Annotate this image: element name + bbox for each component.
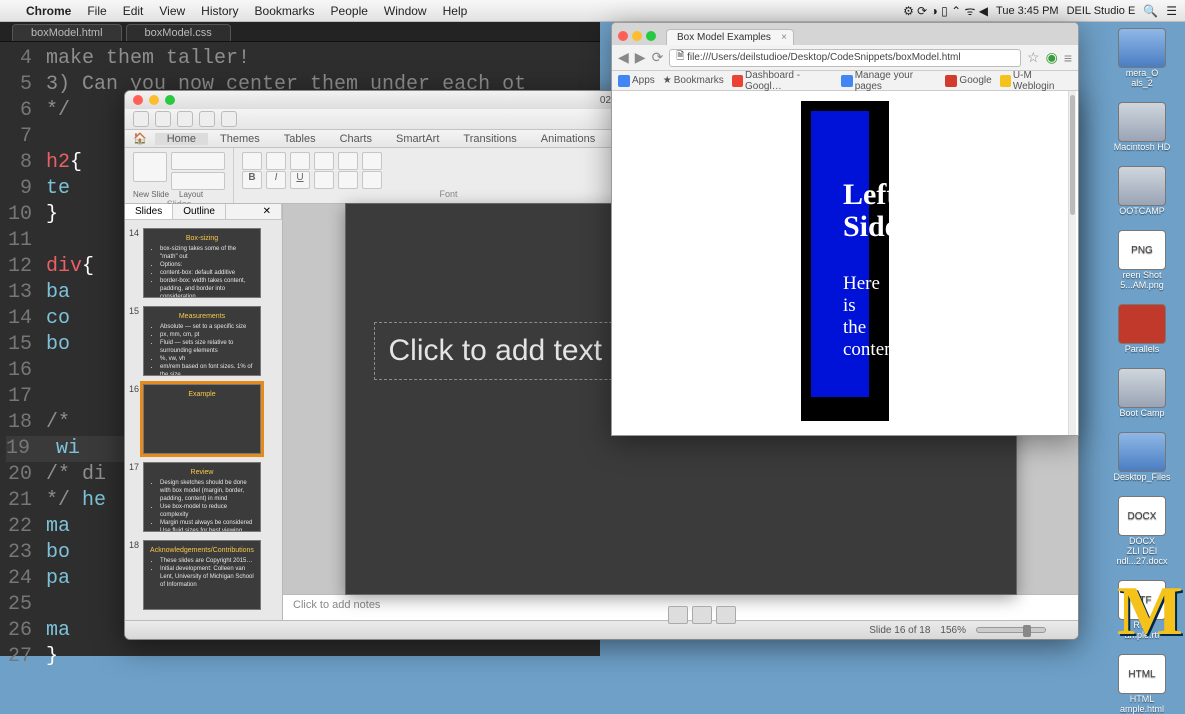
file-icon: 🗎 (676, 49, 684, 66)
new-slide-button[interactable] (133, 152, 167, 182)
bm-weblogin[interactable]: U-M Weblogin (1000, 70, 1072, 92)
chrome-tab[interactable]: Box Model Examples × (666, 29, 794, 45)
slide-thumb[interactable]: ReviewDesign sketches should be done wit… (143, 462, 261, 532)
chrome-menu-icon[interactable]: ≡ (1064, 50, 1072, 66)
ppt-statusbar: Slide 16 of 18 156% (125, 620, 1078, 639)
tab-close-icon[interactable]: × (781, 32, 787, 43)
page-block-1: Left Side Here is the conten (801, 101, 889, 421)
chrome-page[interactable]: Left Side Here is the conten (612, 91, 1078, 435)
minimize-icon[interactable] (149, 95, 159, 105)
ribbon-tab-charts[interactable]: Charts (328, 133, 384, 145)
desktop-icon[interactable]: OOTCAMP (1118, 166, 1166, 216)
ppt-thumbnail-pane[interactable]: Slides Outline ✕ 14Box-sizingbox-sizing … (125, 204, 283, 620)
bm-bookmarks[interactable]: ★ Bookmarks (663, 75, 724, 86)
thumb-close-icon[interactable]: ✕ (253, 204, 282, 219)
desktop-icon[interactable]: PNGreen Shot 5...AM.png (1118, 230, 1166, 290)
menu-history[interactable]: History (193, 4, 246, 18)
ribbon-tab-animations[interactable]: Animations (529, 133, 607, 145)
editor-tab-html[interactable]: boxModel.html (12, 24, 122, 41)
new-slide-label: New Slide (133, 190, 169, 199)
menu-bookmarks[interactable]: Bookmarks (247, 4, 323, 18)
thumb-tab-outline[interactable]: Outline (173, 204, 226, 219)
chrome-window: Box Model Examples × ◀ ▶ ⟳ 🗎 file:///Use… (611, 22, 1079, 436)
menu-file[interactable]: File (79, 4, 114, 18)
notifications-icon[interactable]: ☰ (1166, 4, 1177, 18)
app-name[interactable]: Chrome (18, 4, 79, 18)
michigan-logo: M (1117, 572, 1175, 652)
chrome-close-icon[interactable] (618, 31, 628, 41)
slide-thumb[interactable]: Example (143, 384, 261, 454)
reload-icon[interactable]: ⟳ (652, 49, 664, 66)
desktop-icon[interactable]: DOCXDOCX ZLI DEI ndl...27.docx (1116, 496, 1167, 566)
zoom-icon[interactable] (165, 95, 175, 105)
view-sorter-icon[interactable] (157, 624, 171, 636)
bm-google[interactable]: Google (945, 75, 991, 87)
ribbon-tab-themes[interactable]: Themes (208, 133, 272, 145)
page-scrollbar[interactable] (1068, 91, 1076, 435)
slide-thumb[interactable]: Box-sizingbox-sizing takes some of the "… (143, 228, 261, 298)
chrome-toolbar: ◀ ▶ ⟳ 🗎 file:///Users/deilstudioe/Deskto… (612, 45, 1078, 71)
forward-icon[interactable]: ▶ (635, 49, 646, 66)
ribbon-tab-smartart[interactable]: SmartArt (384, 133, 451, 145)
chrome-zoom-icon[interactable] (646, 31, 656, 41)
chrome-minimize-icon[interactable] (632, 31, 642, 41)
ribbon-tab-home[interactable]: Home (155, 133, 208, 145)
zoom-slider[interactable] (976, 627, 1046, 633)
thumb-tab-slides[interactable]: Slides (125, 204, 173, 219)
bookmark-star-icon[interactable]: ☆ (1027, 49, 1040, 66)
bm-dashboard[interactable]: Dashboard - Googl… (732, 70, 834, 92)
menubar-clock[interactable]: Tue 3:45 PM (996, 5, 1059, 17)
group-font-label: Font (242, 189, 655, 199)
desktop-icon[interactable]: Desktop_Files (1113, 432, 1170, 482)
desktop-icon[interactable]: Boot Camp (1118, 368, 1166, 418)
editor-tab-css[interactable]: boxModel.css (126, 24, 231, 41)
editor-tabbar: boxModel.html boxModel.css (0, 22, 600, 42)
chrome-bookmark-bar: Apps ★ Bookmarks Dashboard - Googl… Mana… (612, 71, 1078, 91)
ribbon-tab-tables[interactable]: Tables (272, 133, 328, 145)
menu-view[interactable]: View (151, 4, 193, 18)
menu-help[interactable]: Help (435, 4, 476, 18)
close-icon[interactable] (133, 95, 143, 105)
ribbon-home-icon[interactable]: 🏠 (125, 132, 155, 145)
slide-thumb[interactable]: MeasurementsAbsolute — set to a specific… (143, 306, 261, 376)
chrome-tabstrip: Box Model Examples × (612, 23, 1078, 45)
slide-minitool-2[interactable] (692, 606, 712, 624)
qat-undo-icon[interactable] (155, 111, 171, 127)
desktop-icon[interactable]: Parallels (1118, 304, 1166, 354)
slide-thumb[interactable]: Acknowledgements/ContributionsThese slid… (143, 540, 261, 610)
desktop-icon[interactable]: Macintosh HD (1114, 102, 1171, 152)
menu-edit[interactable]: Edit (115, 4, 152, 18)
status-zoom[interactable]: 156% (940, 625, 966, 636)
status-icons[interactable]: ⚙ ⟳ ◑ ▯ ⌃ ᯤ ◀︎ (903, 2, 988, 19)
address-bar[interactable]: 🗎 file:///Users/deilstudioe/Desktop/Code… (669, 49, 1021, 67)
bm-manage[interactable]: Manage your pages (841, 70, 937, 92)
desktop-icon[interactable]: HTMLHTML ample.html (1118, 654, 1166, 714)
back-icon[interactable]: ◀ (618, 49, 629, 66)
spotlight-icon[interactable]: 🔍 (1143, 4, 1158, 18)
menu-people[interactable]: People (323, 4, 376, 18)
qat-slideshow-icon[interactable] (221, 111, 237, 127)
slide-minitool-3[interactable] (716, 606, 736, 624)
view-slideshow-icon[interactable] (181, 624, 195, 636)
layout-label: Layout (179, 190, 203, 199)
menu-window[interactable]: Window (376, 4, 435, 18)
menubar-user[interactable]: DEIL Studio E (1067, 5, 1136, 17)
mac-menubar: Chrome File Edit View History Bookmarks … (0, 0, 1185, 22)
layout-dropdown[interactable] (171, 152, 225, 170)
ribbon-tab-transitions[interactable]: Transitions (451, 133, 528, 145)
slide-minitool-1[interactable] (668, 606, 688, 624)
desktop-icon[interactable]: mera_O als_2 (1118, 28, 1166, 88)
section-dropdown[interactable] (171, 172, 225, 190)
qat-print-icon[interactable] (199, 111, 215, 127)
evernote-icon[interactable]: ◉ (1046, 49, 1058, 66)
apps-button[interactable]: Apps (618, 75, 655, 87)
view-normal-icon[interactable] (133, 624, 147, 636)
fit-slide-icon[interactable] (1056, 624, 1070, 636)
qat-redo-icon[interactable] (177, 111, 193, 127)
status-slide-count: Slide 16 of 18 (869, 625, 930, 636)
qat-save-icon[interactable] (133, 111, 149, 127)
